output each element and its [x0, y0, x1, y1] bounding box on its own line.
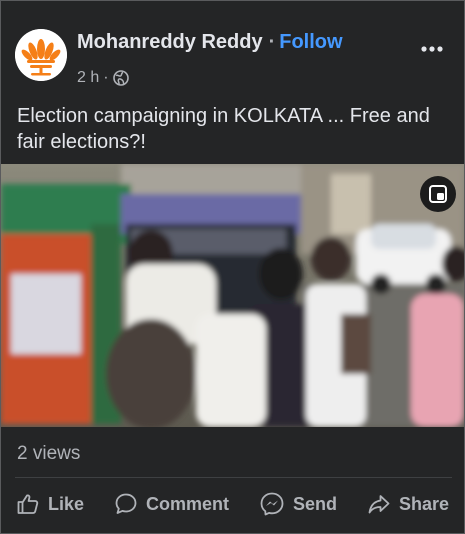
more-options-icon — [421, 46, 443, 52]
author-line: Mohanreddy Reddy · Follow — [77, 31, 343, 54]
comment-button[interactable]: Comment — [114, 492, 229, 516]
comment-bubble-icon — [115, 493, 137, 514]
send-button[interactable]: Send — [259, 491, 337, 517]
author-name[interactable]: Mohanreddy Reddy — [77, 31, 263, 53]
follow-separator: · — [268, 31, 276, 53]
messenger-icon — [260, 492, 284, 516]
comment-label: Comment — [145, 493, 229, 514]
view-count[interactable]: 2 views — [17, 443, 80, 465]
post-header: Mohanreddy Reddy · Follow 2 h · — [15, 29, 450, 89]
post-meta: 2 h · — [77, 69, 129, 87]
follow-button[interactable]: Follow — [279, 31, 342, 53]
post-card: Mohanreddy Reddy · Follow 2 h · Election c… — [0, 0, 465, 534]
globe-icon — [112, 70, 129, 86]
thumbs-up-icon — [17, 494, 39, 514]
divider — [15, 477, 452, 478]
share-button[interactable]: Share — [367, 492, 449, 516]
more-options-button[interactable] — [418, 39, 446, 59]
post-caption: Election campaigning in KOLKATA ... Free… — [17, 105, 430, 153]
share-label: Share — [398, 493, 449, 514]
like-label: Like — [47, 493, 85, 514]
send-label: Send — [292, 493, 337, 514]
lotus-logo-icon — [15, 29, 67, 81]
picture-in-picture-icon — [429, 185, 447, 203]
post-timestamp[interactable]: 2 h — [77, 69, 99, 87]
video-frame — [1, 164, 464, 427]
action-bar: Like Comment Send Share — [1, 485, 464, 523]
like-button[interactable]: Like — [16, 492, 84, 516]
video-player[interactable] — [1, 164, 464, 427]
share-arrow-icon — [368, 495, 390, 514]
meta-separator: · — [103, 69, 109, 86]
avatar[interactable] — [15, 29, 67, 81]
picture-in-picture-button[interactable] — [420, 176, 456, 212]
